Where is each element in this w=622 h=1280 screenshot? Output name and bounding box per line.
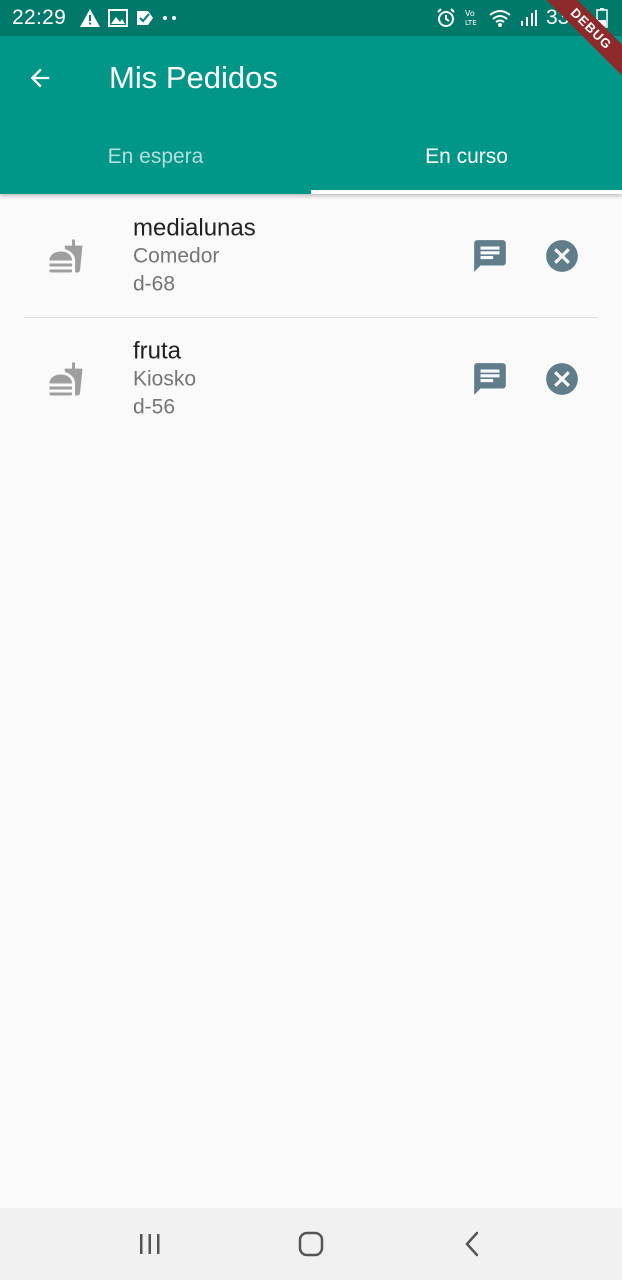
alarm-icon bbox=[436, 8, 456, 28]
back-button[interactable] bbox=[0, 36, 80, 120]
status-bar: 22:29 VoLTE 33% bbox=[0, 0, 622, 36]
order-place: Kiosko bbox=[133, 367, 197, 391]
fastfood-icon bbox=[48, 238, 84, 274]
order-list: medialunas Comedor d-68 fruta Kiosko d-5… bbox=[0, 194, 622, 440]
list-item[interactable]: fruta Kiosko d-56 bbox=[24, 317, 598, 440]
app-bar: Mis Pedidos En espera En curso bbox=[0, 36, 622, 194]
status-time: 22:29 bbox=[12, 6, 67, 29]
arrow-back-icon bbox=[30, 68, 50, 88]
system-nav-bar bbox=[0, 1208, 622, 1280]
tab-en-espera[interactable]: En espera bbox=[0, 120, 311, 194]
cancel-icon bbox=[546, 363, 578, 395]
recents-icon bbox=[140, 1234, 160, 1254]
volte-icon: Vo LTE bbox=[464, 8, 480, 28]
message-icon bbox=[474, 239, 506, 272]
home-button[interactable] bbox=[281, 1214, 341, 1274]
tab-label: En espera bbox=[107, 145, 204, 168]
order-text: medialunas Comedor d-68 bbox=[133, 213, 256, 298]
list-item[interactable]: medialunas Comedor d-68 bbox=[24, 194, 598, 317]
tab-bar: En espera En curso bbox=[0, 120, 622, 194]
order-code: d-56 bbox=[133, 395, 176, 419]
order-place: Comedor bbox=[133, 244, 220, 267]
recents-button[interactable] bbox=[120, 1214, 180, 1274]
nav-back-button[interactable] bbox=[442, 1214, 502, 1274]
wifi-icon bbox=[488, 8, 512, 28]
tab-en-curso[interactable]: En curso bbox=[311, 120, 622, 194]
warning-icon bbox=[80, 9, 101, 27]
cancel-icon bbox=[546, 239, 578, 272]
cancel-order-button[interactable] bbox=[542, 236, 582, 276]
order-name: medialunas bbox=[133, 214, 256, 241]
check-icon bbox=[136, 9, 154, 27]
signal-icon bbox=[520, 9, 538, 27]
svg-text:Vo: Vo bbox=[465, 9, 475, 18]
svg-text:LTE: LTE bbox=[465, 19, 477, 27]
order-code: d-68 bbox=[133, 272, 176, 295]
cancel-order-button[interactable] bbox=[542, 359, 582, 399]
home-icon bbox=[298, 1231, 324, 1257]
tab-label: En curso bbox=[425, 145, 508, 168]
order-text: fruta Kiosko d-56 bbox=[133, 337, 196, 422]
fastfood-icon bbox=[48, 361, 84, 397]
page-title: Mis Pedidos bbox=[109, 60, 278, 95]
image-icon bbox=[108, 9, 129, 27]
back-icon bbox=[464, 1231, 478, 1257]
order-name: fruta bbox=[133, 337, 182, 365]
dots-icon bbox=[162, 15, 178, 21]
message-icon bbox=[474, 363, 506, 395]
message-button[interactable] bbox=[470, 359, 510, 399]
message-button[interactable] bbox=[470, 236, 510, 276]
